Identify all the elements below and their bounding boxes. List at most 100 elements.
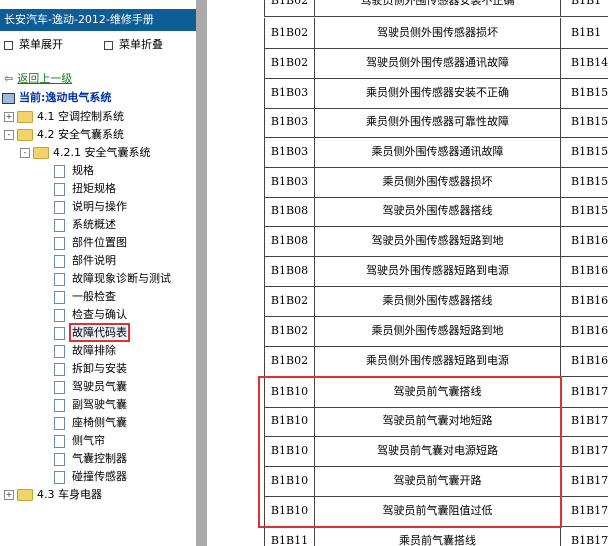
dtc-code-cell: B1B03 (264, 78, 314, 108)
tree-item-label: 4.2.1 安全气囊系统 (53, 146, 151, 159)
tree-item-label: 座椅侧气囊 (72, 416, 127, 429)
current-location-label: 当前:逸动电气系统 (19, 91, 112, 104)
document-icon (54, 308, 65, 322)
expand-icon (4, 40, 13, 50)
tree-item-component-description[interactable]: 部件说明 (54, 253, 116, 269)
document-icon (54, 254, 65, 268)
dtc-description-cell: 乘员前气囊搭线 (314, 526, 560, 546)
dtc-code-cell: B1B11 (264, 526, 314, 546)
dtc-code-cell: B1B03 (264, 167, 314, 197)
dtc-description-cell: 驾驶员外围传感器短路到电源 (314, 256, 560, 286)
dtc-code-cell-next: B1B16 (560, 256, 608, 286)
dtc-code-cell-next: B1B14 (560, 48, 608, 78)
document-icon (54, 236, 65, 250)
tree-item-spec[interactable]: 规格 (54, 163, 94, 179)
expand-toggle-icon[interactable]: + (4, 490, 14, 500)
current-location: 当前:逸动电气系统 (2, 91, 111, 105)
tree-item-body-electrical[interactable]: +4.3 车身电器 (4, 487, 102, 503)
collapse-menu-label: 菜单折叠 (119, 38, 163, 51)
dtc-code-cell-next: B1B17 (560, 406, 608, 436)
document-icon (54, 434, 65, 448)
back-link[interactable]: ⇦ 返回上一级 (4, 72, 72, 86)
tree-item-label: 规格 (72, 164, 94, 177)
tree-item-system-overview[interactable]: 系统概述 (54, 217, 116, 233)
document-icon (54, 218, 65, 232)
dtc-code-cell-next: B1B15 (560, 107, 608, 137)
dtc-code-cell: B1B08 (264, 196, 314, 226)
tree-item-check-confirm[interactable]: 检查与确认 (54, 307, 127, 323)
document-icon (54, 344, 65, 358)
dtc-code-cell-next: B1B16 (560, 226, 608, 256)
tree-item-label: 检查与确认 (72, 308, 127, 321)
tree-item-side-curtain[interactable]: 侧气帘 (54, 433, 105, 449)
table-row: B1B02 乘员侧外围传感器短路到地 B1B16 (264, 316, 608, 347)
back-link-label: 返回上一级 (17, 72, 73, 85)
table-row: B1B03 乘员侧外围传感器损坏 B1B15 (264, 167, 608, 198)
dtc-code-cell: B1B03 (264, 107, 314, 137)
dtc-code-cell: B1B02 (264, 0, 314, 16)
dtc-description-cell: 驾驶员侧外围传感器损坏 (314, 18, 560, 48)
dtc-description-cell: 驾驶员外围传感器搭线 (314, 196, 560, 226)
dtc-code-cell-next: B1B15 (560, 167, 608, 197)
tree-item-component-location[interactable]: 部件位置图 (54, 235, 127, 251)
expand-toggle-icon[interactable]: + (4, 112, 14, 122)
document-icon (54, 182, 65, 196)
tree-item-label: 气囊控制器 (72, 452, 127, 465)
document-icon (54, 290, 65, 304)
tree-item-seat-side-airbag[interactable]: 座椅侧气囊 (54, 415, 127, 431)
dtc-code-cell: B1B02 (264, 48, 314, 78)
tree-item-removal-installation[interactable]: 拆卸与安装 (54, 361, 127, 377)
collapse-menu-button[interactable]: 菜单折叠 (104, 38, 163, 52)
dtc-code-cell-next: B1B17 (560, 377, 608, 407)
tree-item-troubleshooting[interactable]: 故障排除 (54, 343, 116, 359)
table-row: B1B02 乘员侧外围传感器短路到电源 B1B16 (264, 346, 608, 377)
folder-open-icon (17, 129, 33, 141)
tree-item-crash-sensor[interactable]: 碰撞传感器 (54, 469, 127, 485)
document-icon (54, 380, 65, 394)
table-row: B1B08 驾驶员外围传感器搭线 B1B15 (264, 196, 608, 227)
tree-item-label: 拆卸与安装 (72, 362, 127, 375)
tree-item-passenger-airbag[interactable]: 副驾驶气囊 (54, 397, 127, 413)
dtc-description-cell: 乘员侧外围传感器安装不正确 (314, 78, 560, 108)
dtc-description-cell: 乘员侧外围传感器搭线 (314, 286, 560, 316)
folder-icon (17, 489, 33, 501)
tree-item-dtc-table[interactable]: 故障代码表 (54, 323, 130, 342)
dtc-code-cell-next: B1B17 (560, 526, 608, 546)
dtc-code-cell: B1B02 (264, 18, 314, 48)
dtc-code-cell: B1B02 (264, 346, 314, 376)
tree-item-label: 4.1 空调控制系统 (37, 110, 124, 123)
tree-item-label: 说明与操作 (72, 200, 127, 213)
collapse-toggle-icon[interactable]: - (4, 130, 14, 140)
tree-item-driver-airbag[interactable]: 驾驶员气囊 (54, 379, 127, 395)
collapse-toggle-icon[interactable]: - (20, 148, 30, 158)
dtc-code-cell-next: B1B16 (560, 286, 608, 316)
tree-item-symptom-diagnosis[interactable]: 故障现象诊断与测试 (54, 271, 171, 287)
table-row: B1B03 乘员侧外围传感器可靠性故障 B1B15 (264, 107, 608, 138)
tree-item-airbag-subsystem[interactable]: - 4.2.1 安全气囊系统 (20, 145, 151, 161)
dtc-code-cell: B1B02 (264, 286, 314, 316)
dtc-description-cell: 乘员侧外围传感器短路到地 (314, 316, 560, 346)
tree-item-general-inspection[interactable]: 一般检查 (54, 289, 116, 305)
dtc-code-cell-next: B1B17 (560, 466, 608, 496)
dtc-description-cell: 乘员侧外围传感器损坏 (314, 167, 560, 197)
document-icon (54, 362, 65, 376)
dtc-description-cell: 乘员侧外围传感器通讯故障 (314, 137, 560, 167)
pane-splitter[interactable] (196, 0, 207, 546)
dtc-description-cell: 驾驶员侧外围传感器安装不正确 (314, 0, 560, 16)
tree-item-ac-control[interactable]: +4.1 空调控制系统 (4, 109, 124, 125)
tree-item-label: 系统概述 (72, 218, 116, 231)
tree-item-torque-spec[interactable]: 扭矩规格 (54, 181, 116, 197)
dtc-code-cell-next: B1B17 (560, 436, 608, 466)
tree-item-description-operation[interactable]: 说明与操作 (54, 199, 127, 215)
table-row: B1B02 驾驶员侧外围传感器安装不正确 B1B1 (264, 0, 608, 17)
tree-item-label: 4.3 车身电器 (37, 488, 102, 501)
highlight-box (258, 376, 562, 528)
tree-item-label: 部件位置图 (72, 236, 127, 249)
document-icon (54, 326, 65, 340)
tree-item-airbag-system[interactable]: - 4.2 安全气囊系统 (4, 127, 124, 143)
dtc-code-cell: B1B02 (264, 316, 314, 346)
dtc-description-cell: 驾驶员侧外围传感器通讯故障 (314, 48, 560, 78)
tree-item-airbag-controller[interactable]: 气囊控制器 (54, 451, 127, 467)
expand-menu-button[interactable]: 菜单展开 (4, 38, 63, 52)
dtc-description-cell: 驾驶员外围传感器短路到地 (314, 226, 560, 256)
